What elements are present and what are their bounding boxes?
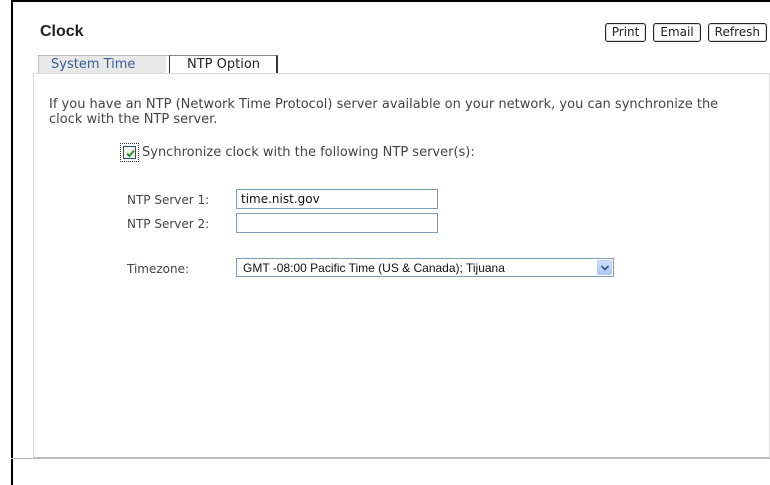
window-left-border (11, 0, 13, 485)
tab-ntp-option[interactable]: NTP Option (170, 55, 278, 74)
sync-checkbox[interactable] (120, 143, 139, 162)
tab-bar: System Time NTP Option (38, 55, 278, 74)
toolbar: Print Email Refresh (604, 23, 767, 42)
ntp-server2-input[interactable] (236, 213, 438, 233)
check-icon (126, 149, 135, 158)
sync-label: Synchronize clock with the following NTP… (142, 145, 475, 160)
intro-text: If you have an NTP (Network Time Protoco… (49, 97, 719, 127)
ntp-server1-label: NTP Server 1: (127, 193, 210, 207)
email-button[interactable]: Email (653, 23, 701, 42)
ntp-server1-input[interactable] (236, 189, 438, 209)
timezone-select[interactable]: GMT -08:00 Pacific Time (US & Canada); T… (236, 258, 614, 277)
refresh-button[interactable]: Refresh (707, 23, 767, 42)
window-top-border (11, 0, 770, 2)
sync-row: Synchronize clock with the following NTP… (120, 143, 475, 162)
timezone-selected-value: GMT -08:00 Pacific Time (US & Canada); T… (243, 261, 505, 275)
ntp-server2-label: NTP Server 2: (127, 217, 210, 231)
print-button[interactable]: Print (604, 23, 647, 42)
tab-system-time[interactable]: System Time (38, 55, 166, 74)
dropdown-arrow-icon[interactable] (597, 260, 612, 275)
bottom-divider (11, 458, 770, 459)
timezone-label: Timezone: (127, 262, 190, 276)
page-title: Clock (40, 23, 84, 40)
